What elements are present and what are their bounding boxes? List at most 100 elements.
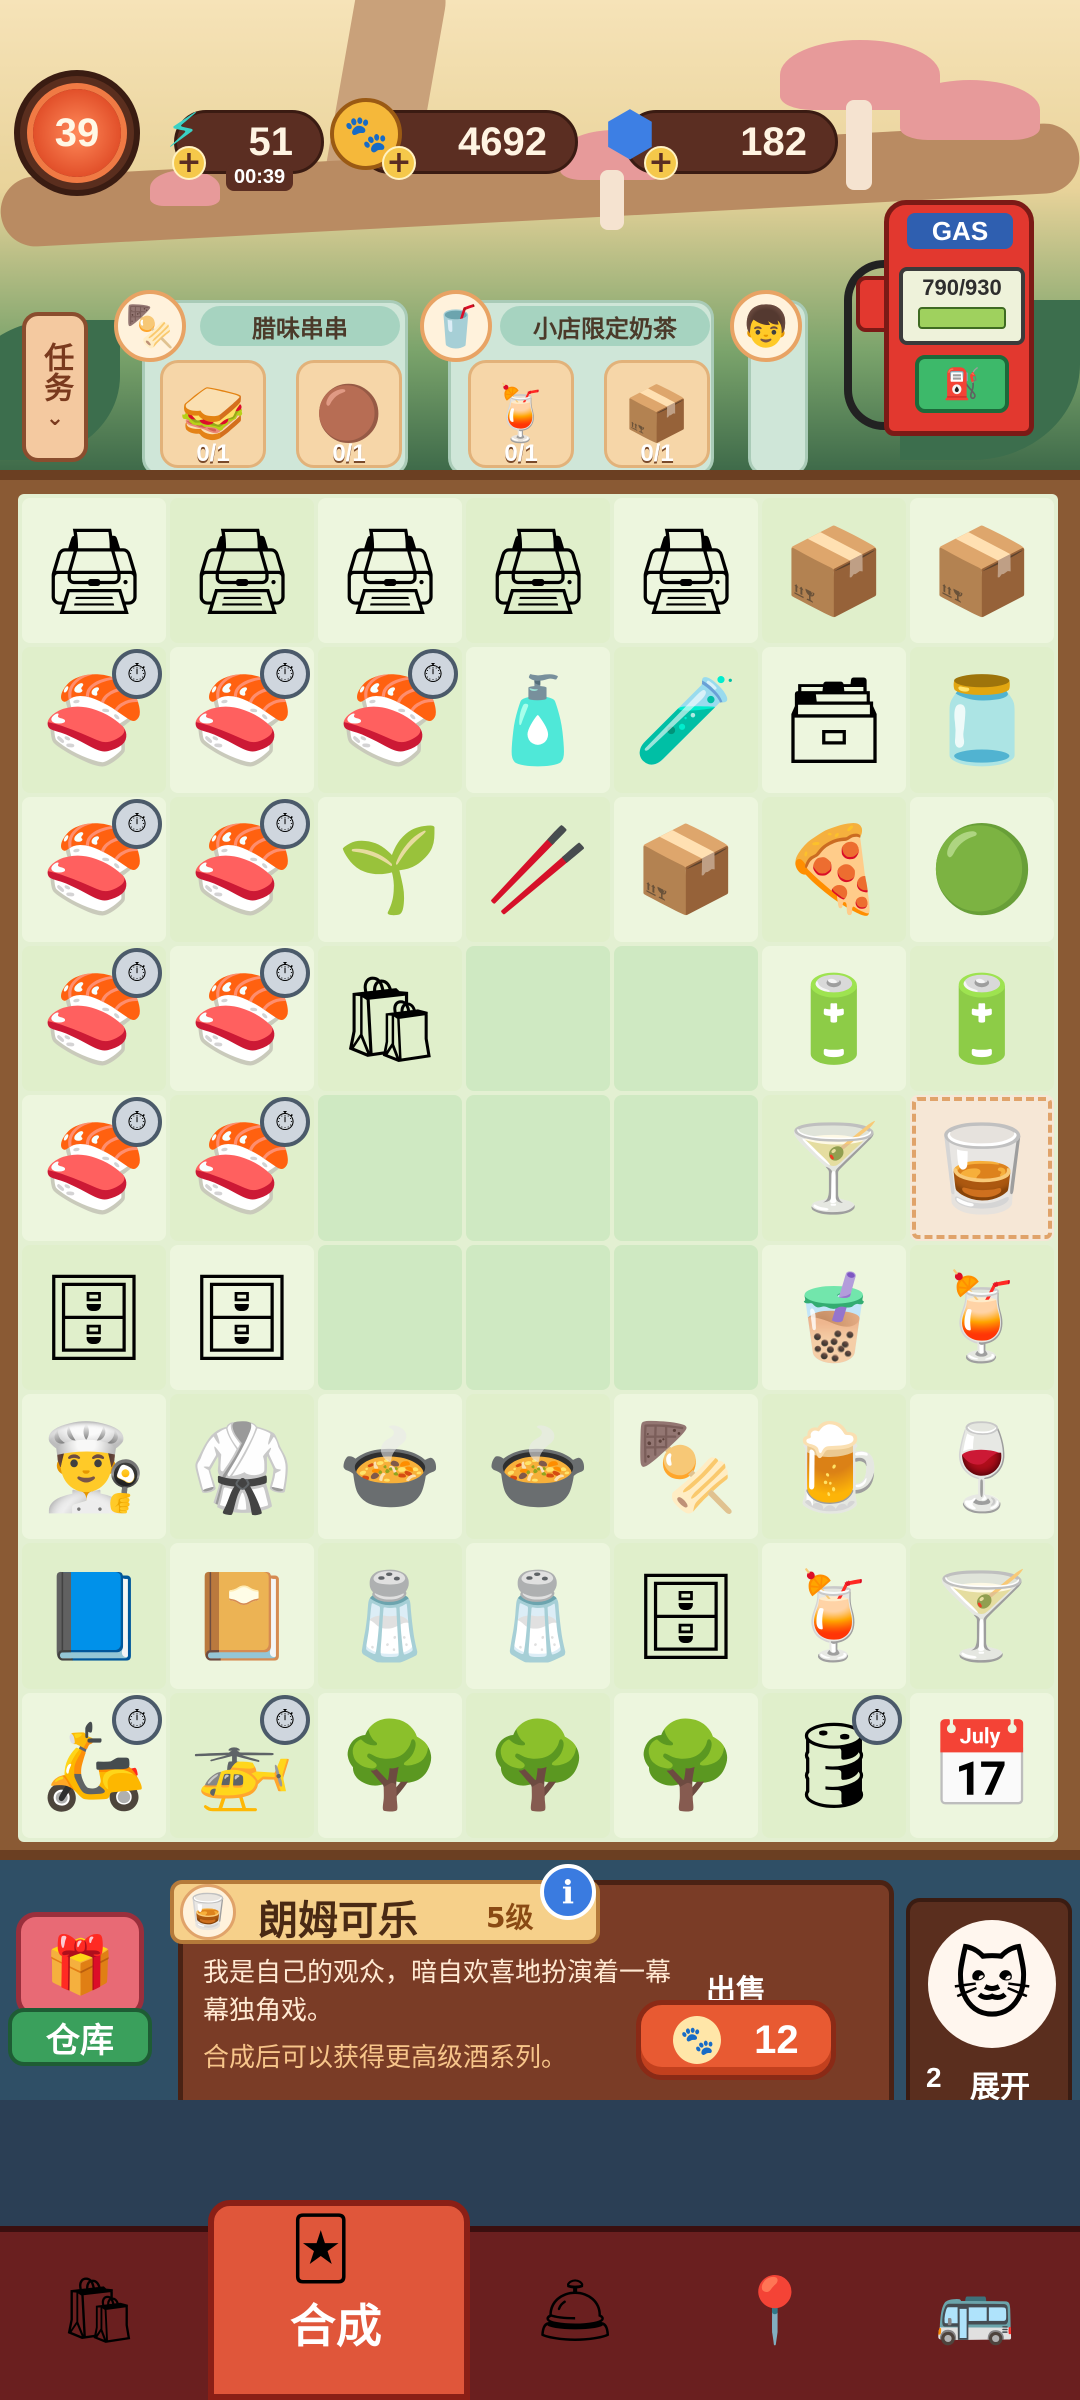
- margarita-item[interactable]: 🍸: [910, 1543, 1054, 1689]
- item-hint: 合成后可以获得更高级酒系列。: [203, 2043, 568, 2074]
- cabinet-icon: 🗄: [188, 1268, 296, 1367]
- seaweed-roll-item[interactable]: 🍣 ⏱: [170, 945, 314, 1092]
- tree-item[interactable]: 🌳: [466, 1692, 610, 1838]
- warehouse-button[interactable]: 🎁 仓库: [8, 1906, 152, 2066]
- printer-item[interactable]: 🖨: [614, 498, 758, 644]
- iced-tea-item[interactable]: 🧋: [762, 1244, 906, 1390]
- task-button[interactable]: 任务 ⌄: [22, 312, 88, 462]
- battery-item[interactable]: 🔋: [762, 945, 906, 1092]
- level-badge[interactable]: 39: [14, 70, 140, 196]
- chef-hat-icon: 👨‍🍳: [41, 1417, 147, 1516]
- chef-uniform-item[interactable]: 🥋: [170, 1393, 314, 1540]
- red-cocktail-item[interactable]: 🍷: [910, 1393, 1054, 1540]
- hot-pot-icon: 🍲: [337, 1417, 443, 1516]
- printer-item[interactable]: 🖨: [466, 498, 610, 644]
- seaweed-roll-item[interactable]: 🍣 ⏱: [22, 796, 166, 942]
- tree-item[interactable]: 🌳: [614, 1692, 758, 1838]
- rum-cola-item[interactable]: 🥃: [910, 1095, 1054, 1241]
- printer-item[interactable]: 🖨: [318, 498, 462, 644]
- bear-notebook-icon: 📔: [189, 1566, 295, 1665]
- safe-box-item[interactable]: 🗄: [22, 1244, 166, 1390]
- empty-cell[interactable]: [318, 1095, 462, 1241]
- battery-item[interactable]: 🔋: [910, 945, 1054, 1092]
- timer-clock-icon: ⏱: [408, 649, 458, 700]
- seaweed-roll-item[interactable]: 🍣 ⏱: [318, 647, 462, 793]
- seaweed-roll-item[interactable]: 🍣 ⏱: [170, 647, 314, 793]
- empty-cell[interactable]: [466, 1095, 610, 1241]
- empty-cell[interactable]: [614, 1095, 758, 1241]
- order-2-item-2-count: 0/1: [640, 440, 674, 467]
- skewer-box-item[interactable]: 📦: [910, 498, 1054, 644]
- sell-button[interactable]: 🐾 12: [636, 2000, 836, 2080]
- lime-drink-item[interactable]: 🍸: [762, 1095, 906, 1241]
- mule-mug-item[interactable]: 🍺: [762, 1393, 906, 1540]
- skewer-box-item[interactable]: 📦: [762, 498, 906, 644]
- calendar-item[interactable]: 📅: [910, 1692, 1054, 1838]
- hot-pot-item[interactable]: 🍲: [466, 1393, 610, 1540]
- empty-cell[interactable]: [466, 1244, 610, 1390]
- empty-cell[interactable]: [466, 945, 610, 1092]
- shopping-bag-icon[interactable]: 🛍: [24, 2250, 174, 2370]
- sprout-roll-item[interactable]: 🌱: [318, 796, 462, 942]
- merge-board[interactable]: 🖨 🖨 🖨 🖨 🖨 📦 📦 🍣 ⏱ 🍣 ⏱ 🍣 ⏱ 🧴 🧪 🗃 🫙 🍣 ⏱ 🍣 ⏱ 🌱 🥢 📦 🍕 🟢 🍣 ⏱ 🍣 ⏱ 🛍 🔋 🔋 🍣 ⏱ 🍣 ⏱ 🍸 🥃 🗄…: [18, 494, 1058, 1842]
- seaweed-roll-item[interactable]: 🍣 ⏱: [170, 1095, 314, 1241]
- hot-pot-item[interactable]: 🍲: [318, 1393, 462, 1540]
- add-coins-button[interactable]: +: [382, 146, 416, 180]
- meat-pizza-item[interactable]: 🍕: [762, 796, 906, 942]
- tree-item[interactable]: 🌳: [318, 1692, 462, 1838]
- shelf-item[interactable]: 🗄: [614, 1543, 758, 1689]
- spice-rack-item[interactable]: 🧂: [318, 1543, 462, 1689]
- skewer-stand-item[interactable]: 🍢: [614, 1393, 758, 1540]
- skewer-stand-icon: 🍢: [633, 1417, 739, 1516]
- ink-cartridge-item[interactable]: 🗃: [762, 647, 906, 793]
- safe-box-icon: 🗄: [40, 1268, 148, 1367]
- customer-avatar[interactable]: 👦: [730, 290, 802, 362]
- gas-fill-bar: [917, 307, 1007, 329]
- paw-coin-icon: 🐾: [673, 2016, 722, 2064]
- bear-notebook-item[interactable]: 📔: [170, 1543, 314, 1689]
- seaweed-roll-item[interactable]: 🍣 ⏱: [22, 1095, 166, 1241]
- skewer-box-icon: 📦: [781, 521, 887, 620]
- empty-cell[interactable]: [318, 1244, 462, 1390]
- printer-icon: 🖨: [336, 521, 444, 620]
- sunrise-cocktail-item[interactable]: 🍹: [762, 1543, 906, 1689]
- battery-icon: 🔋: [781, 969, 887, 1068]
- keg-item[interactable]: 🛢 ⏱: [762, 1692, 906, 1838]
- tree-icon: 🌳: [485, 1716, 591, 1815]
- calendar-icon: 📅: [929, 1716, 1035, 1815]
- scooter-item[interactable]: 🛵 ⏱: [22, 1692, 166, 1838]
- empty-cell[interactable]: [614, 945, 758, 1092]
- green-tape-item[interactable]: 🟢: [910, 796, 1054, 942]
- cabinet-item[interactable]: 🗄: [170, 1244, 314, 1390]
- drone-package-item[interactable]: 🚁 ⏱: [170, 1692, 314, 1838]
- ink-bottle-item[interactable]: 🧴: [466, 647, 610, 793]
- add-energy-button[interactable]: +: [172, 146, 206, 180]
- berry-drink-item[interactable]: 🍹: [910, 1244, 1054, 1390]
- timer-clock-icon: ⏱: [112, 947, 162, 998]
- gas-refill-button[interactable]: ⛽: [915, 355, 1009, 413]
- seaweed-roll-item[interactable]: 🍣 ⏱: [22, 647, 166, 793]
- ink-bottles-item[interactable]: 🧪: [614, 647, 758, 793]
- chef-hat-item[interactable]: 👨‍🍳: [22, 1393, 166, 1540]
- paper-box-item[interactable]: 📦: [614, 796, 758, 942]
- seaweed-roll-item[interactable]: 🍣 ⏱: [170, 796, 314, 942]
- small-roll-item[interactable]: 🥢: [466, 796, 610, 942]
- info-icon[interactable]: i: [540, 1864, 596, 1920]
- printer-item[interactable]: 🖨: [170, 498, 314, 644]
- spice-rack-item[interactable]: 🧂: [466, 1543, 610, 1689]
- gas-pump[interactable]: GAS 790/930 ⛽: [884, 200, 1034, 436]
- add-gems-button[interactable]: +: [644, 146, 678, 180]
- seaweed-roll-item[interactable]: 🍣 ⏱: [22, 945, 166, 1092]
- printer-item[interactable]: 🖨: [22, 498, 166, 644]
- map-pin-icon[interactable]: 📍: [700, 2250, 850, 2370]
- timer-clock-icon: ⏱: [260, 798, 310, 849]
- gift-box-icon: 🎁: [16, 1912, 144, 2018]
- cat-helper-panel[interactable]: 🐱 2 展开: [906, 1898, 1072, 2122]
- tree-icon: 🌳: [337, 1716, 443, 1815]
- bus-icon[interactable]: 🚌: [900, 2250, 1050, 2370]
- notebook-item[interactable]: 📘: [22, 1543, 166, 1689]
- service-bell-icon[interactable]: 🛎: [500, 2250, 650, 2370]
- ink-jar-item[interactable]: 🫙: [910, 647, 1054, 793]
- paper-bag-item[interactable]: 🛍: [318, 945, 462, 1092]
- empty-cell[interactable]: [614, 1244, 758, 1390]
